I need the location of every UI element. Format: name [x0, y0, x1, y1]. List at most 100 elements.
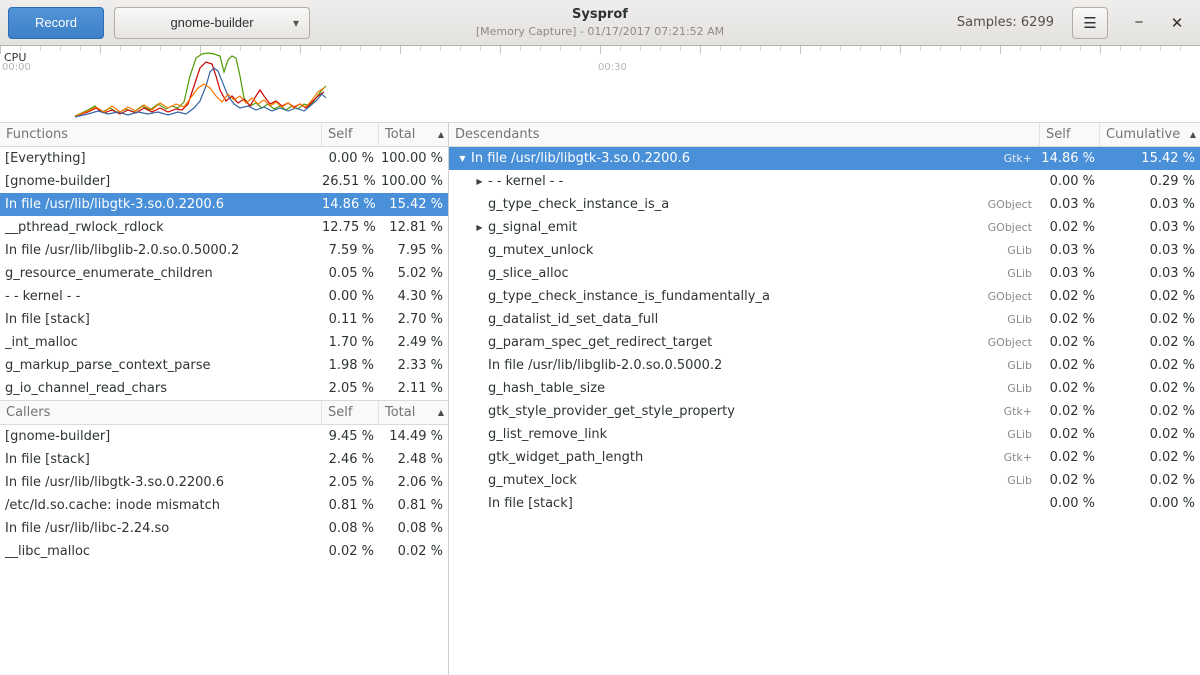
library-badge: GLib	[1007, 377, 1040, 400]
hamburger-menu-button[interactable]: ☰	[1072, 7, 1108, 39]
symbol-name: g_markup_parse_context_parse	[0, 354, 322, 377]
symbol-name: g_list_remove_link	[488, 423, 607, 446]
function-row[interactable]: g_io_channel_read_chars2.05 %2.11 %	[0, 377, 448, 400]
cumulative-percent: 15.42 %	[1100, 147, 1200, 170]
cpu-timeline[interactable]: CPU 00:00 00:30	[0, 46, 1200, 122]
descendant-name-cell: g_list_remove_linkGLib	[449, 423, 1040, 446]
symbol-name: In file /usr/lib/libgtk-3.so.0.2200.6	[0, 193, 322, 216]
callers-self-column-header[interactable]: Self	[322, 401, 379, 424]
symbol-name: - - kernel - -	[488, 170, 563, 193]
library-badge: GObject	[988, 331, 1040, 354]
profile-target-selector[interactable]: gnome-builder ▾	[114, 7, 310, 39]
expander-open-icon[interactable]: ▼	[454, 147, 471, 170]
descendants-self-column-header[interactable]: Self	[1040, 123, 1100, 146]
descendant-row[interactable]: g_slice_allocGLib0.03 %0.03 %	[449, 262, 1200, 285]
descendant-name-cell: g_param_spec_get_redirect_targetGObject	[449, 331, 1040, 354]
descendant-row[interactable]: g_mutex_unlockGLib0.03 %0.03 %	[449, 239, 1200, 262]
functions-table: [Everything]0.00 %100.00 %[gnome-builder…	[0, 147, 448, 400]
cumulative-percent: 0.02 %	[1100, 308, 1200, 331]
descendant-row[interactable]: g_datalist_id_set_data_fullGLib0.02 %0.0…	[449, 308, 1200, 331]
cumulative-percent: 0.02 %	[1100, 331, 1200, 354]
descendant-row[interactable]: g_type_check_instance_is_fundamentally_a…	[449, 285, 1200, 308]
self-percent: 0.08 %	[322, 517, 379, 540]
function-row[interactable]: g_markup_parse_context_parse1.98 %2.33 %	[0, 354, 448, 377]
expander-closed-icon[interactable]: ▶	[471, 216, 488, 239]
descendant-name-cell: g_slice_allocGLib	[449, 262, 1040, 285]
caller-row[interactable]: [gnome-builder]9.45 %14.49 %	[0, 425, 448, 448]
caller-row[interactable]: In file [stack]2.46 %2.48 %	[0, 448, 448, 471]
descendant-row[interactable]: g_list_remove_linkGLib0.02 %0.02 %	[449, 423, 1200, 446]
symbol-name: __libc_malloc	[0, 540, 322, 563]
expander-closed-icon[interactable]: ▶	[471, 170, 488, 193]
caller-row[interactable]: In file /usr/lib/libc-2.24.so0.08 %0.08 …	[0, 517, 448, 540]
library-badge: GObject	[988, 193, 1040, 216]
function-row[interactable]: - - kernel - -0.00 %4.30 %	[0, 285, 448, 308]
symbol-name: g_resource_enumerate_children	[0, 262, 322, 285]
cumulative-percent: 0.29 %	[1100, 170, 1200, 193]
chevron-down-icon: ▾	[293, 16, 299, 30]
self-percent: 0.02 %	[1040, 377, 1100, 400]
self-percent: 0.03 %	[1040, 262, 1100, 285]
descendant-row[interactable]: ▼In file /usr/lib/libgtk-3.so.0.2200.6Gt…	[449, 147, 1200, 170]
function-row[interactable]: In file /usr/lib/libglib-2.0.so.0.5000.2…	[0, 239, 448, 262]
functions-self-column-header[interactable]: Self	[322, 123, 379, 146]
total-percent: 4.30 %	[379, 285, 448, 308]
function-row[interactable]: __pthread_rwlock_rdlock12.75 %12.81 %	[0, 216, 448, 239]
descendant-row[interactable]: ▶g_signal_emitGObject0.02 %0.03 %	[449, 216, 1200, 239]
caller-row[interactable]: In file /usr/lib/libgtk-3.so.0.2200.62.0…	[0, 471, 448, 494]
callers-name-column-header[interactable]: Callers	[0, 401, 322, 424]
function-row[interactable]: In file [stack]0.11 %2.70 %	[0, 308, 448, 331]
total-percent: 15.42 %	[379, 193, 448, 216]
library-badge: GLib	[1007, 469, 1040, 492]
function-row[interactable]: [Everything]0.00 %100.00 %	[0, 147, 448, 170]
self-percent: 0.05 %	[322, 262, 379, 285]
descendant-row[interactable]: ▶- - kernel - -0.00 %0.29 %	[449, 170, 1200, 193]
descendant-row[interactable]: gtk_widget_path_lengthGtk+0.02 %0.02 %	[449, 446, 1200, 469]
descendants-name-column-header[interactable]: Descendants	[449, 123, 1040, 146]
descendants-cumulative-column-header[interactable]: ▲Cumulative	[1100, 123, 1200, 146]
self-percent: 26.51 %	[322, 170, 379, 193]
caller-row[interactable]: /etc/ld.so.cache: inode mismatch0.81 %0.…	[0, 494, 448, 517]
symbol-name: g_mutex_unlock	[488, 239, 593, 262]
total-percent: 0.02 %	[379, 540, 448, 563]
close-button[interactable]: ✕	[1162, 8, 1192, 38]
functions-column-header: Functions Self ▲Total	[0, 122, 448, 147]
self-percent: 0.02 %	[1040, 446, 1100, 469]
symbol-name: In file [stack]	[0, 308, 322, 331]
self-percent: 12.75 %	[322, 216, 379, 239]
total-percent: 14.49 %	[379, 425, 448, 448]
self-percent: 0.11 %	[322, 308, 379, 331]
minimize-button[interactable]: −	[1124, 8, 1154, 38]
descendant-row[interactable]: In file /usr/lib/libglib-2.0.so.0.5000.2…	[449, 354, 1200, 377]
total-percent: 0.81 %	[379, 494, 448, 517]
symbol-name: In file [stack]	[488, 492, 573, 515]
function-row[interactable]: _int_malloc1.70 %2.49 %	[0, 331, 448, 354]
descendant-row[interactable]: g_hash_table_sizeGLib0.02 %0.02 %	[449, 377, 1200, 400]
descendant-row[interactable]: g_type_check_instance_is_aGObject0.03 %0…	[449, 193, 1200, 216]
record-button[interactable]: Record	[8, 7, 104, 39]
headerbar: Record gnome-builder ▾ Sysprof [Memory C…	[0, 0, 1200, 46]
cumulative-percent: 0.03 %	[1100, 216, 1200, 239]
symbol-name: [gnome-builder]	[0, 425, 322, 448]
descendant-row[interactable]: g_param_spec_get_redirect_targetGObject 0…	[449, 331, 1200, 354]
cumulative-percent: 0.02 %	[1100, 285, 1200, 308]
cumulative-percent: 0.02 %	[1100, 377, 1200, 400]
self-percent: 14.86 %	[1040, 147, 1100, 170]
functions-total-column-header[interactable]: ▲Total	[379, 123, 448, 146]
total-percent: 5.02 %	[379, 262, 448, 285]
callers-total-column-header[interactable]: ▲Total	[379, 401, 448, 424]
symbol-name: In file /usr/lib/libc-2.24.so	[0, 517, 322, 540]
descendant-row[interactable]: g_mutex_lockGLib0.02 %0.02 %	[449, 469, 1200, 492]
symbol-name: _int_malloc	[0, 331, 322, 354]
cpu-orange-line	[75, 84, 324, 116]
library-badge: Gtk+	[1004, 400, 1040, 423]
self-percent: 14.86 %	[322, 193, 379, 216]
descendant-row[interactable]: gtk_style_provider_get_style_propertyGtk…	[449, 400, 1200, 423]
function-row[interactable]: [gnome-builder]26.51 %100.00 %	[0, 170, 448, 193]
functions-name-column-header[interactable]: Functions	[0, 123, 322, 146]
caller-row[interactable]: __libc_malloc0.02 %0.02 %	[0, 540, 448, 563]
function-row[interactable]: In file /usr/lib/libgtk-3.so.0.2200.614.…	[0, 193, 448, 216]
function-row[interactable]: g_resource_enumerate_children0.05 %5.02 …	[0, 262, 448, 285]
self-percent: 0.03 %	[1040, 193, 1100, 216]
descendant-row[interactable]: In file [stack]0.00 %0.00 %	[449, 492, 1200, 515]
